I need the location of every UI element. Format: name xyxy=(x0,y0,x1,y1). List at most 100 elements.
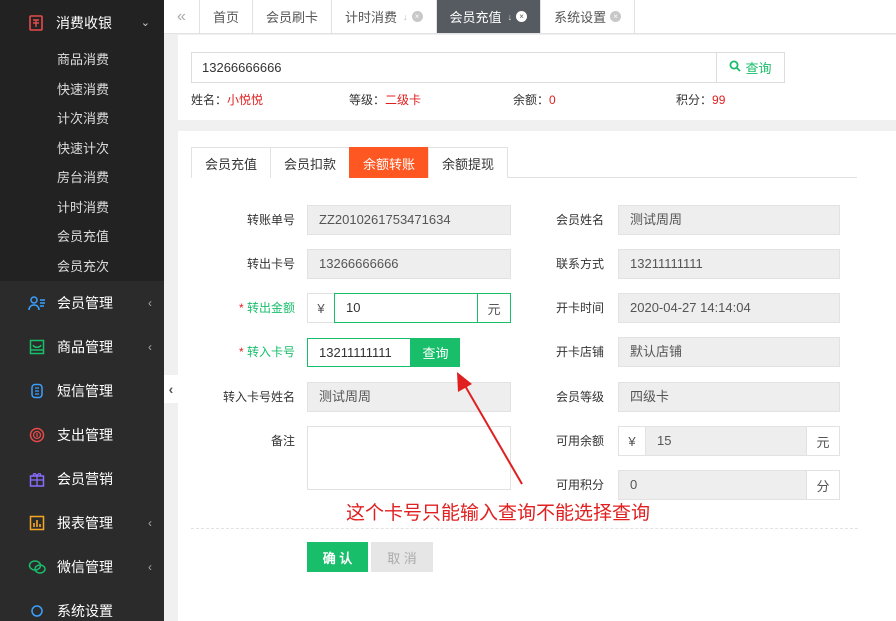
tab-0[interactable]: 首页 xyxy=(200,0,254,33)
member-level-field: 四级卡 xyxy=(618,382,840,412)
subtab-0[interactable]: 会员充值 xyxy=(191,147,272,178)
name-label: 姓名： xyxy=(191,93,228,107)
in-name-field: 测试周周 xyxy=(307,382,511,412)
cashier-icon xyxy=(28,14,44,31)
sidebar-subitem[interactable]: 会员充次 xyxy=(0,252,164,282)
amount-label: * 转出金额 xyxy=(215,293,295,323)
collapse-sidebar-button[interactable]: ‹ xyxy=(164,375,178,403)
tabs-scroll-left-icon[interactable]: « xyxy=(164,0,200,33)
tab-label: 系统设置 xyxy=(554,10,607,25)
chevron-left-icon: ‹ xyxy=(148,560,152,574)
amount-suffix: 元 xyxy=(477,293,511,323)
chevron-left-icon: ‹ xyxy=(148,340,152,354)
chevron-left-icon: ‹ xyxy=(148,296,152,310)
report-icon xyxy=(28,514,46,532)
transfer-no-field: ZZ2010261753471634 xyxy=(307,205,511,235)
member-balance-info: 余额：0 xyxy=(513,91,556,108)
sidebar-group-members[interactable]: 会员管理 ‹ xyxy=(0,281,164,325)
sidebar-group-label: 系统设置 xyxy=(57,603,113,619)
member-name-label: 会员姓名 xyxy=(555,213,604,227)
member-search-button[interactable]: 查询 xyxy=(716,52,785,83)
in-card-input[interactable]: 13211111111 xyxy=(307,338,411,367)
sidebar-group-cashier[interactable]: 消费收银 ⌄ xyxy=(0,0,164,45)
out-card-field: 13266666666 xyxy=(307,249,511,279)
tab-4[interactable]: 系统设置 × xyxy=(541,0,636,33)
search-icon xyxy=(729,60,742,75)
avail-balance-label: 可用余额 xyxy=(555,434,604,448)
sidebar-subitem[interactable]: 快速计次 xyxy=(0,134,164,164)
members-icon xyxy=(28,294,46,312)
member-level-label: 会员等级 xyxy=(555,390,604,404)
tab-label: 首页 xyxy=(213,10,240,25)
tab-2[interactable]: 计时消费 ↓ × xyxy=(332,0,437,33)
confirm-button[interactable]: 确 认 xyxy=(307,542,368,572)
balance-value: 0 xyxy=(549,93,556,107)
amount-prefix: ¥ xyxy=(307,293,335,323)
sidebar-group-label: 微信管理 xyxy=(57,559,113,575)
page-tabs: « 首页 会员刷卡 计时消费 ↓ × 会员充值 ↓ × 系统设置 × xyxy=(164,0,896,34)
sidebar-group-label: 支出管理 xyxy=(57,427,113,443)
tab-label: 会员充值 xyxy=(449,10,502,25)
contact-field: 13211111111 xyxy=(618,249,840,279)
remark-label: 备注 xyxy=(270,434,295,448)
sidebar-group-report[interactable]: 报表管理 ‹ xyxy=(0,501,164,545)
cancel-button[interactable]: 取 消 xyxy=(371,542,433,572)
sidebar: 消费收银 ⌄ 商品消费 快速消费 计次消费 快速计次 房台消费 计时消费 会员充值 会员充次 … xyxy=(0,0,164,621)
form-divider xyxy=(191,528,858,529)
remark-textarea[interactable] xyxy=(307,426,511,490)
open-time-label: 开卡时间 xyxy=(555,301,604,315)
subtab-3[interactable]: 余额提现 xyxy=(428,147,509,178)
sidebar-groups: 会员管理 ‹ 商品管理 ‹ 短信管理支出管理会员营销报表管理 ‹ 微信管理 ‹ 系统设置 xyxy=(0,281,164,621)
sidebar-group-goods[interactable]: 商品管理 ‹ xyxy=(0,325,164,369)
close-icon[interactable]: × xyxy=(516,11,528,22)
sidebar-subitem[interactable]: 会员充值 xyxy=(0,222,164,252)
sidebar-group-label: 短信管理 xyxy=(57,383,113,399)
tab-1[interactable]: 会员刷卡 xyxy=(253,0,333,33)
gift-icon xyxy=(28,470,46,488)
tab-3[interactable]: 会员充值 ↓ × xyxy=(436,0,542,33)
sidebar-subitem[interactable]: 房台消费 xyxy=(0,163,164,193)
subtab-1[interactable]: 会员扣款 xyxy=(270,147,351,178)
sidebar-group-sms[interactable]: 短信管理 xyxy=(0,369,164,413)
search-button-label: 查询 xyxy=(745,61,772,76)
sidebar-subitem[interactable]: 快速消费 xyxy=(0,75,164,105)
in-name-label: 转入卡号姓名 xyxy=(222,390,295,404)
sidebar-group-label: 会员营销 xyxy=(57,471,113,487)
pin-icon[interactable]: ↓ xyxy=(508,12,513,22)
sidebar-subitem[interactable]: 计时消费 xyxy=(0,193,164,223)
points-label: 积分： xyxy=(676,93,713,107)
points-value: 99 xyxy=(712,93,726,107)
member-name-field: 测试周周 xyxy=(618,205,840,235)
subtab-2[interactable]: 余额转账 xyxy=(349,147,430,178)
sidebar-group-expense[interactable]: 支出管理 xyxy=(0,413,164,457)
member-search-input[interactable]: 13266666666 xyxy=(191,52,717,83)
out-card-label: 转出卡号 xyxy=(246,257,295,271)
member-search-card: 13266666666 查询 姓名：小悦悦 等级：二级卡 余额：0 积分：99 xyxy=(178,35,896,120)
member-points-info: 积分：99 xyxy=(676,91,725,108)
close-icon[interactable]: × xyxy=(411,11,423,22)
sidebar-group-wechat[interactable]: 微信管理 ‹ xyxy=(0,545,164,589)
tab-label: 会员刷卡 xyxy=(266,10,319,25)
sidebar-subitem[interactable]: 商品消费 xyxy=(0,45,164,75)
contact-label: 联系方式 xyxy=(555,257,604,271)
amount-label-text: 转出金额 xyxy=(246,301,295,315)
member-name-info: 姓名：小悦悦 xyxy=(191,91,263,108)
store-field: 默认店铺 xyxy=(618,337,840,367)
amount-input[interactable]: 10 xyxy=(334,293,478,323)
close-icon[interactable]: × xyxy=(610,11,622,22)
operation-tabs: 会员充值 会员扣款 余额转账 余额提现 xyxy=(191,147,857,178)
pin-icon[interactable]: ↓ xyxy=(403,12,408,22)
sidebar-group-gift[interactable]: 会员营销 xyxy=(0,457,164,501)
store-label: 开卡店铺 xyxy=(555,345,604,359)
name-value: 小悦悦 xyxy=(227,93,264,107)
avail-points-label: 可用积分 xyxy=(555,478,604,492)
avail-balance-prefix: ¥ xyxy=(618,426,646,456)
sidebar-group-settings[interactable]: 系统设置 xyxy=(0,589,164,621)
chevron-down-icon: ⌄ xyxy=(140,17,150,29)
avail-balance-suffix: 元 xyxy=(806,426,840,456)
sidebar-group-label: 消费收银 xyxy=(56,14,112,31)
level-label: 等级： xyxy=(349,93,386,107)
sidebar-subitem[interactable]: 计次消费 xyxy=(0,104,164,134)
required-star: * xyxy=(238,301,244,315)
in-card-query-button[interactable]: 查询 xyxy=(411,338,460,367)
